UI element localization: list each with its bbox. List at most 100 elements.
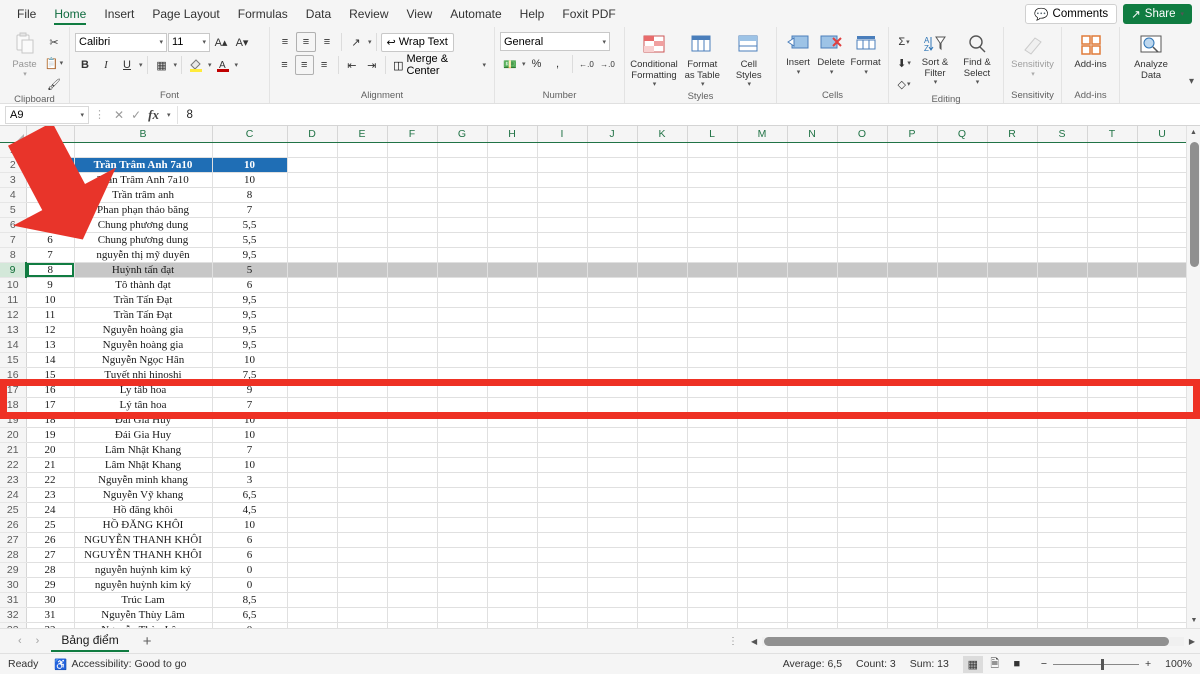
cell-I8[interactable]: [537, 247, 587, 262]
cell-P4[interactable]: [887, 187, 937, 202]
cell-T11[interactable]: [1087, 292, 1137, 307]
cell-U17[interactable]: [1137, 382, 1187, 397]
cell-C9[interactable]: 5: [212, 262, 287, 277]
cell-H30[interactable]: [487, 577, 537, 592]
cell-D3[interactable]: [287, 172, 337, 187]
cell-G13[interactable]: [437, 322, 487, 337]
cell-G18[interactable]: [437, 397, 487, 412]
cell-C23[interactable]: 3: [212, 472, 287, 487]
cell-R4[interactable]: [987, 187, 1037, 202]
cell-K19[interactable]: [637, 412, 687, 427]
cell-N31[interactable]: [787, 592, 837, 607]
clear-button[interactable]: ◇▾: [894, 74, 914, 94]
cell-K5[interactable]: [637, 202, 687, 217]
cell-L12[interactable]: [687, 307, 737, 322]
cell-Q17[interactable]: [937, 382, 987, 397]
cell-O29[interactable]: [837, 562, 887, 577]
insert-function-icon[interactable]: fx: [148, 107, 159, 123]
cell-L1[interactable]: [687, 142, 737, 157]
cell-F27[interactable]: [387, 532, 437, 547]
cell-J26[interactable]: [587, 517, 637, 532]
cell-G14[interactable]: [437, 337, 487, 352]
cell-R9[interactable]: [987, 262, 1037, 277]
cell-F22[interactable]: [387, 457, 437, 472]
cell-E24[interactable]: [337, 487, 387, 502]
menu-tab-insert[interactable]: Insert: [95, 0, 143, 27]
cell-D12[interactable]: [287, 307, 337, 322]
next-sheet-icon[interactable]: ›: [36, 635, 40, 647]
cell-J2[interactable]: [587, 157, 637, 172]
cell-F5[interactable]: [387, 202, 437, 217]
row-header-4[interactable]: 4: [0, 187, 26, 202]
cell-A9[interactable]: 8: [26, 262, 74, 277]
cell-C7[interactable]: 5,5: [212, 232, 287, 247]
cell-O7[interactable]: [837, 232, 887, 247]
cell-C26[interactable]: 10: [212, 517, 287, 532]
table-row[interactable]: 1413Nguyễn hoàng gia9,5: [0, 337, 1187, 352]
cell-H16[interactable]: [487, 367, 537, 382]
row-header-29[interactable]: 29: [0, 562, 26, 577]
cell-I32[interactable]: [537, 607, 587, 622]
cell-M10[interactable]: [737, 277, 787, 292]
delete-cells-button[interactable]: Delete ▾: [815, 32, 847, 79]
cell-A14[interactable]: 13: [26, 337, 74, 352]
cell-O3[interactable]: [837, 172, 887, 187]
cell-R22[interactable]: [987, 457, 1037, 472]
cell-O10[interactable]: [837, 277, 887, 292]
cell-I26[interactable]: [537, 517, 587, 532]
column-header-q[interactable]: Q: [937, 126, 987, 142]
cell-M27[interactable]: [737, 532, 787, 547]
cell-M30[interactable]: [737, 577, 787, 592]
cell-C4[interactable]: 8: [212, 187, 287, 202]
cell-D11[interactable]: [287, 292, 337, 307]
cell-R3[interactable]: [987, 172, 1037, 187]
table-row[interactable]: 3029nguyễn huỳnh kim ký0: [0, 577, 1187, 592]
cell-Q19[interactable]: [937, 412, 987, 427]
cell-M1[interactable]: [737, 142, 787, 157]
cell-E1[interactable]: [337, 142, 387, 157]
cell-J31[interactable]: [587, 592, 637, 607]
cell-T25[interactable]: [1087, 502, 1137, 517]
cell-K22[interactable]: [637, 457, 687, 472]
cell-T29[interactable]: [1087, 562, 1137, 577]
cell-P28[interactable]: [887, 547, 937, 562]
cell-U26[interactable]: [1137, 517, 1187, 532]
sensitivity-button[interactable]: Sensitivity ▾: [1009, 32, 1056, 81]
cell-P20[interactable]: [887, 427, 937, 442]
align-bottom-button[interactable]: ≡: [317, 32, 337, 52]
cell-B21[interactable]: Lâm Nhật Khang: [74, 442, 212, 457]
cell-J14[interactable]: [587, 337, 637, 352]
cell-O20[interactable]: [837, 427, 887, 442]
cell-L15[interactable]: [687, 352, 737, 367]
cell-P30[interactable]: [887, 577, 937, 592]
cell-F4[interactable]: [387, 187, 437, 202]
cell-B7[interactable]: Chung phương dung: [74, 232, 212, 247]
cell-B20[interactable]: Đái Gia Huy: [74, 427, 212, 442]
cell-J17[interactable]: [587, 382, 637, 397]
orientation-button[interactable]: ↗: [346, 32, 366, 52]
cell-M15[interactable]: [737, 352, 787, 367]
cell-O30[interactable]: [837, 577, 887, 592]
cell-J28[interactable]: [587, 547, 637, 562]
cell-S25[interactable]: [1037, 502, 1087, 517]
cell-K3[interactable]: [637, 172, 687, 187]
column-header-a[interactable]: A: [26, 126, 74, 142]
cell-J32[interactable]: [587, 607, 637, 622]
cell-O2[interactable]: [837, 157, 887, 172]
cell-Q9[interactable]: [937, 262, 987, 277]
align-right-button[interactable]: ≡: [315, 55, 334, 75]
cell-B14[interactable]: Nguyễn hoàng gia: [74, 337, 212, 352]
cell-H9[interactable]: [487, 262, 537, 277]
table-row[interactable]: 2827NGUYỄN THANH KHÔI6: [0, 547, 1187, 562]
cell-P10[interactable]: [887, 277, 937, 292]
cell-T8[interactable]: [1087, 247, 1137, 262]
chevron-down-icon[interactable]: ▾: [368, 38, 372, 46]
cell-C20[interactable]: 10: [212, 427, 287, 442]
cell-styles-button[interactable]: Cell Styles ▾: [727, 32, 772, 91]
cell-H28[interactable]: [487, 547, 537, 562]
cell-C11[interactable]: 9,5: [212, 292, 287, 307]
decrease-font-size-button[interactable]: A▾: [232, 32, 252, 52]
cell-S4[interactable]: [1037, 187, 1087, 202]
cell-P23[interactable]: [887, 472, 937, 487]
cell-H5[interactable]: [487, 202, 537, 217]
